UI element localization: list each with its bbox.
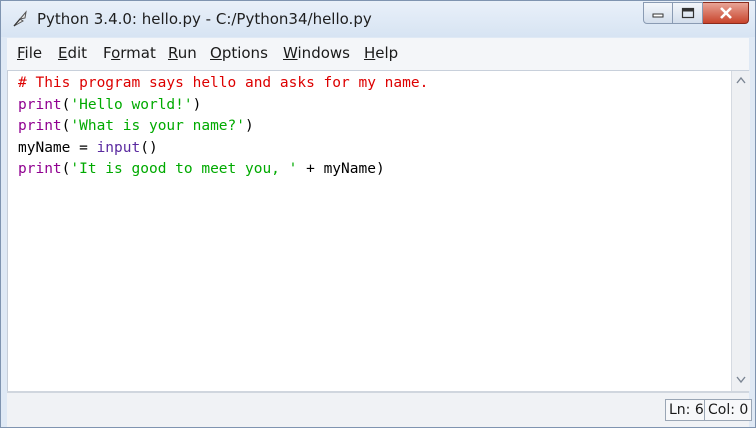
menu-run-accel: R — [168, 44, 178, 62]
code-line-4-assign: myName = — [18, 139, 97, 156]
code-line-5-string: 'It is good to meet you, ' — [70, 161, 298, 177]
code-text[interactable]: # This program says hello and asks for m… — [18, 73, 428, 181]
maximize-icon — [681, 7, 694, 19]
title-bar[interactable]: Python 3.4.0: hello.py - C:/Python34/hel… — [1, 1, 755, 37]
scroll-up-arrow-icon — [736, 76, 746, 84]
code-line-3-string: 'What is your name?' — [70, 118, 245, 134]
menu-windows[interactable]: Windows — [283, 44, 350, 62]
menu-run-label: un — [177, 44, 197, 62]
python-feather-icon — [13, 10, 27, 27]
menu-run[interactable]: Run — [168, 44, 197, 62]
code-line-4-builtin: input — [96, 139, 141, 156]
menu-format-pre: F — [103, 44, 112, 62]
close-icon — [719, 7, 732, 19]
menu-options-label: ptions — [221, 44, 268, 62]
menu-format-accel: o — [111, 44, 121, 62]
menu-file-accel: F — [17, 44, 25, 62]
minimize-button[interactable] — [643, 2, 673, 24]
maximize-button[interactable] — [673, 2, 703, 24]
window-title: Python 3.4.0: hello.py - C:/Python34/hel… — [37, 10, 372, 28]
code-line-5-rest: + myName) — [297, 161, 385, 177]
menu-options[interactable]: Options — [210, 44, 268, 62]
status-line-number: Ln: 6 — [665, 399, 708, 421]
window-controls — [643, 2, 749, 24]
menu-help-label: elp — [375, 44, 399, 62]
code-line-1-comment: # This program says hello and asks for m… — [18, 75, 429, 91]
menu-options-accel: O — [210, 44, 222, 62]
status-bar: Ln: 6 Col: 0 — [7, 393, 753, 427]
menu-file-label: ile — [24, 44, 43, 62]
code-line-2-string: 'Hello world!' — [70, 96, 193, 113]
menu-edit[interactable]: Edit — [58, 44, 87, 62]
minimize-icon — [652, 13, 664, 18]
menu-format-label: rmat — [120, 44, 156, 62]
code-line-3-paren-close: ) — [245, 118, 254, 134]
code-line-5-keyword: print — [18, 161, 62, 177]
scroll-up-button[interactable] — [734, 73, 748, 87]
vertical-scrollbar[interactable] — [731, 71, 750, 391]
scroll-down-arrow-icon — [736, 376, 746, 384]
code-line-2-paren-close: ) — [192, 96, 202, 113]
menu-help[interactable]: Help — [364, 44, 398, 62]
menu-help-accel: H — [364, 44, 376, 62]
scroll-down-button[interactable] — [734, 373, 748, 387]
close-button[interactable] — [703, 2, 749, 24]
menu-file[interactable]: File — [17, 44, 42, 62]
menu-bar: File Edit Format Run Options Windows Hel… — [7, 38, 749, 71]
status-column-number: Col: 0 — [704, 399, 753, 421]
menu-format[interactable]: Format — [103, 44, 156, 62]
code-line-4-rest: () — [140, 139, 158, 156]
code-line-3-keyword: print — [18, 118, 62, 134]
idle-editor-window: Python 3.4.0: hello.py - C:/Python34/hel… — [0, 0, 756, 428]
menu-edit-label: dit — [67, 44, 88, 62]
menu-windows-accel: W — [283, 44, 298, 62]
code-editor[interactable]: # This program says hello and asks for m… — [7, 71, 732, 391]
menu-windows-label: indows — [297, 44, 350, 62]
code-line-2-keyword: print — [18, 96, 62, 113]
